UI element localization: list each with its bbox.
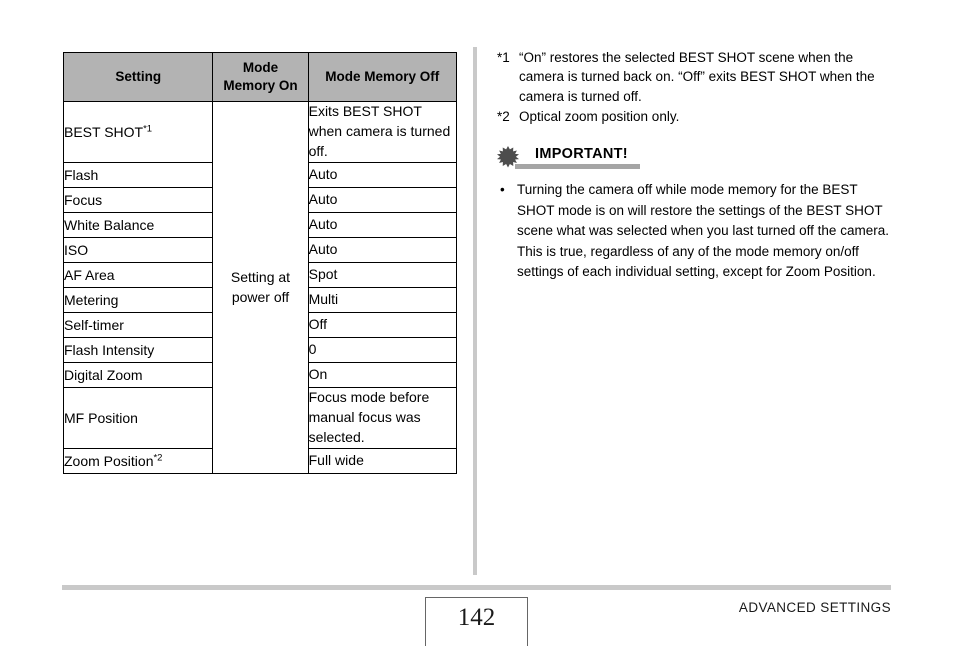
footnotes-list: *1 “On” restores the selected BEST SHOT s… [497,48,895,126]
column-header-setting: Setting [62,52,214,102]
cell-mode-memory-off-value: Auto [307,212,458,238]
important-underline-bar [515,164,640,170]
setting-label: White Balance [64,216,155,233]
footnote-label: *1 [497,50,510,65]
setting-label: ISO [64,241,89,258]
important-header: IMPORTANT! [497,146,895,170]
cell-mode-memory-off-value: Auto [307,237,458,263]
mode-memory-on-line2: power off [231,288,290,305]
setting-label: Flash Intensity [64,341,155,358]
cell-mode-memory-off-value: 0 [307,337,458,363]
cell-mode-memory-off-value: On [307,362,458,388]
bullet-dot-icon: • [500,182,505,198]
cell-setting-name: White Balance [62,212,214,238]
setting-footnote-marker: *2 [153,451,163,463]
cell-mode-memory-off-value: Focus mode before manual focus was selec… [307,387,458,449]
footnote-item: *1 “On” restores the selected BEST SHOT s… [497,48,895,106]
setting-label: Zoom Position [64,452,154,469]
setting-label: Flash [64,166,99,183]
column-divider [473,47,477,575]
setting-label: Focus [64,191,103,208]
mode-memory-on-line1: Setting at [230,268,291,285]
cell-setting-name: Flash Intensity [62,337,214,363]
cell-setting-name: Focus [62,187,214,213]
cell-mode-memory-on-merged: Setting at power off [212,101,309,474]
starburst-icon [497,146,519,168]
important-bullets: • Turning the camera off while mode memor… [497,180,895,283]
column-header-mode-memory-on: Mode Memory On [212,52,309,102]
setting-label: BEST SHOT [64,123,144,140]
settings-table-container: Setting Mode Memory On Mode Memory Off B… [62,52,458,474]
footnote-text: “On” restores the selected BEST SHOT sce… [519,50,875,104]
column-header-mode-memory-on-line1: Mode [242,59,279,75]
footer-section-label: ADVANCED SETTINGS [738,600,891,615]
important-title: IMPORTANT! [535,146,628,163]
cell-setting-name: AF Area [62,262,214,288]
setting-label: Digital Zoom [64,366,143,383]
footnote-item: *2 Optical zoom position only. [497,107,895,126]
footnote-label: *2 [497,108,510,124]
setting-label: Self-timer [64,316,124,333]
setting-label: Metering [64,291,119,308]
cell-mode-memory-off-value: Exits BEST SHOT when camera is turned of… [307,101,458,163]
mode-memory-settings-table: Setting Mode Memory On Mode Memory Off B… [62,52,458,474]
footnote-text: Optical zoom position only. [519,108,680,124]
table-body: BEST SHOT*1 Setting at power off Exits BEST… [62,101,458,474]
cell-setting-name: BEST SHOT*1 [62,101,214,163]
bullet-text: Turning the camera off while mode memory… [517,182,889,280]
cell-mode-memory-off-value: Full wide [307,448,458,474]
cell-setting-name: ISO [62,237,214,263]
setting-footnote-marker: *1 [143,122,153,134]
column-header-mode-memory-on-line2: Memory On [223,78,298,93]
cell-setting-name: Self-timer [62,312,214,338]
page-number-box: 142 [425,597,528,646]
cell-mode-memory-off-value: Auto [307,162,458,188]
cell-setting-name: Digital Zoom [62,362,214,388]
table-row: BEST SHOT*1 Setting at power off Exits BEST… [62,101,458,474]
cell-setting-name: Flash [62,162,214,188]
right-column: *1 “On” restores the selected BEST SHOT s… [497,48,895,283]
footer-rule [62,585,891,590]
cell-setting-name: MF Position [62,387,214,449]
table-header-row: Setting Mode Memory On Mode Memory Off [62,52,458,102]
table-header: Setting Mode Memory On Mode Memory Off [62,52,458,102]
column-header-mode-memory-off: Mode Memory Off [307,52,458,102]
setting-label: AF Area [64,266,115,283]
page-number: 142 [457,604,496,631]
cell-mode-memory-off-value: Auto [307,187,458,213]
cell-mode-memory-off-value: Spot [307,262,458,288]
bullet-item: • Turning the camera off while mode memor… [497,180,895,283]
cell-mode-memory-off-value: Multi [307,287,458,313]
setting-label: MF Position [64,409,138,426]
cell-setting-name: Zoom Position*2 [62,448,214,474]
cell-mode-memory-off-value: Off [307,312,458,338]
important-block: IMPORTANT! • Turning the camera off while… [497,146,895,283]
cell-setting-name: Metering [62,287,214,313]
